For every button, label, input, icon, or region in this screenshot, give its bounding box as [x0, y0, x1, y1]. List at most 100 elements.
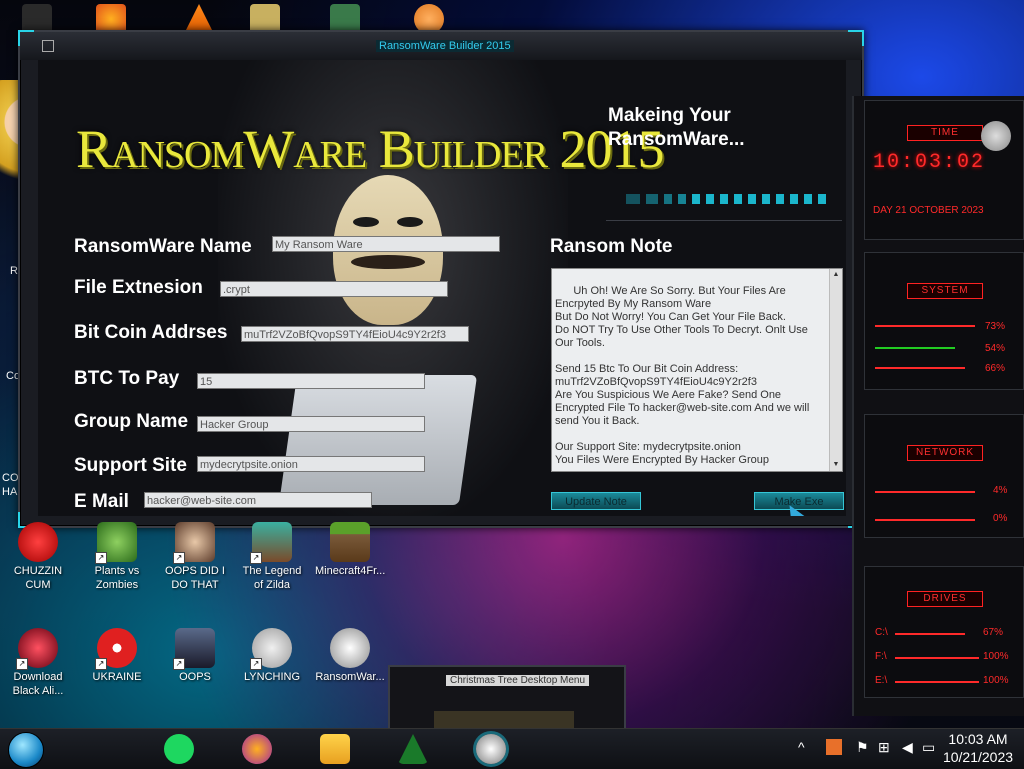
desktop-icon-minecraft[interactable]: Minecraft4Fr...: [315, 522, 385, 578]
system-gadget: SYSTEM 73% 54% 66%: [864, 252, 1024, 390]
email-input[interactable]: hacker@web-site.com: [144, 492, 372, 508]
bitcoin-address-input[interactable]: muTrf2VZoBfQvopS9TY4fEioU4c9Y2r2f3: [241, 326, 469, 342]
ransomware-name-label: RansomWare Name: [74, 236, 252, 257]
chuzzle-icon: [18, 522, 58, 562]
system-gadget-title: SYSTEM: [907, 283, 983, 299]
rope-icon: ↗: [250, 628, 292, 670]
cpu-bar: [875, 325, 975, 327]
ransom-note-textarea[interactable]: Uh Oh! We Are So Sorry. But Your Files A…: [551, 268, 843, 472]
scroll-down-arrow-icon[interactable]: ▼: [831, 460, 841, 470]
ransomware-name-input[interactable]: My Ransom Ware: [272, 236, 500, 252]
firefox-taskbar-icon[interactable]: [242, 734, 272, 764]
btc-to-pay-input[interactable]: 15: [197, 373, 425, 389]
taskbar-date: 10/21/2023: [942, 749, 1014, 765]
christmas-tree-taskbar-icon[interactable]: [398, 734, 428, 764]
status-line-2: RansomWare...: [608, 129, 745, 150]
app-banner-title: RansomWare Builder 2015: [76, 119, 665, 179]
window-client-area: RansomWare Builder 2015 Makeing Your Ran…: [38, 60, 846, 516]
bitcoin-address-label: Bit Coin Addrses: [74, 322, 228, 343]
volume-icon[interactable]: ◀: [902, 739, 913, 756]
desktop-icon-download-black-alien[interactable]: ↗ Download Black Ali...: [3, 628, 73, 698]
scroll-up-arrow-icon[interactable]: ▲: [831, 270, 841, 280]
laptop-image: [278, 375, 478, 505]
ransom-note-text: Uh Oh! We Are So Sorry. But Your Files A…: [555, 285, 810, 466]
drive-bar-1: [895, 633, 965, 635]
show-hidden-icons-chevron-icon[interactable]: ^: [798, 739, 805, 755]
desktop-icon-label: Minecraft4Fr...: [315, 565, 386, 577]
ransom-note-label: Ransom Note: [550, 236, 673, 257]
network-icon[interactable]: ⊞: [878, 739, 890, 756]
radiation-icon: ↗: [95, 628, 137, 670]
drives-gadget-title: DRIVES: [907, 591, 983, 607]
desktop-icon-label: OOPS: [179, 671, 211, 683]
desktop-icon-oops[interactable]: ↗ OOPS: [160, 628, 230, 684]
drive-value-2: 100%: [983, 651, 1009, 662]
taskbar-clock[interactable]: 10:03 AM 10/21/2023: [938, 730, 1018, 766]
zelda-sprite-icon: ↗: [250, 522, 292, 564]
desktop-partial-label-3: CO: [2, 472, 19, 484]
network-value-2: 0%: [993, 513, 1008, 524]
update-note-button[interactable]: Update Note: [551, 492, 641, 510]
flag-icon[interactable]: ⚑: [856, 739, 869, 756]
drive-name-1: C:\: [875, 627, 888, 638]
desktop-partial-label-4: HA: [2, 486, 18, 498]
spotify-icon[interactable]: [164, 734, 194, 764]
desktop-icon-ransomware[interactable]: RansomWar...: [315, 628, 385, 684]
support-site-input[interactable]: mydecrytpsite.onion: [197, 456, 425, 472]
window-menu-icon[interactable]: [42, 40, 54, 52]
plants-vs-zombies-icon: ↗: [95, 522, 137, 564]
keyboard-icon[interactable]: ▭: [922, 739, 935, 756]
taskbar: ^ ⚑ ⊞ ◀ ▭: [0, 728, 1024, 769]
drive-value-3: 100%: [983, 675, 1009, 686]
group-name-input[interactable]: Hacker Group: [197, 416, 425, 432]
skull-icon: [330, 628, 370, 668]
build-progress-bar: [606, 180, 842, 221]
btc-to-pay-label: BTC To Pay: [74, 368, 180, 389]
ransomware-taskbar-icon[interactable]: [476, 734, 506, 764]
file-explorer-icon[interactable]: [320, 734, 350, 764]
desktop-icon-label: UKRAINE: [92, 671, 142, 683]
drive-value-1: 67%: [983, 627, 1004, 638]
email-label: E Mail: [74, 491, 129, 512]
ram-bar: [875, 347, 955, 349]
system-value-2: 54%: [985, 343, 1006, 354]
window-title: RansomWare Builder 2015: [376, 40, 514, 52]
ransomware-builder-window: RansomWare Builder 2015 RansomWare Build…: [18, 30, 864, 528]
desktop-icon-label: CHUZZIN CUM: [13, 565, 63, 591]
christmas-window-title: Christmas Tree Desktop Menu: [446, 675, 590, 686]
taskbar-time: 10:03 AM: [948, 731, 1008, 747]
window-corner-decor: [18, 30, 34, 46]
portrait-icon: ↗: [173, 522, 215, 564]
desktop-icon-label: OOPS DID I DO THAT: [165, 565, 225, 591]
desktop-icon-legend-of-zilda[interactable]: ↗ The Legend of Zilda: [237, 522, 307, 592]
drive-name-3: E:\: [875, 675, 888, 686]
alien-logo-icon: [981, 121, 1011, 151]
start-button[interactable]: [8, 732, 44, 768]
system-value-1: 73%: [985, 321, 1006, 332]
desktop-icon-plants-vs-zombies[interactable]: ↗ Plants vs Zombies: [82, 522, 152, 592]
desktop-icon-oops-did-i-do-that[interactable]: ↗ OOPS DID I DO THAT: [160, 522, 230, 592]
gadget-clock: 10:03:02: [873, 151, 986, 174]
monitor-icon: ↗: [173, 628, 215, 670]
alien-skin-icon: ↗: [16, 628, 58, 670]
window-corner-decor: [848, 30, 864, 46]
desktop-icon-ukraine[interactable]: ↗ UKRAINE: [82, 628, 152, 684]
file-extension-input[interactable]: .crypt: [220, 281, 448, 297]
note-scrollbar[interactable]: ▲ ▼: [829, 269, 842, 471]
desktop-icon-chuzzin[interactable]: CHUZZIN CUM: [3, 522, 73, 592]
tray-app-icon[interactable]: [826, 739, 842, 755]
status-line-1: Makeing Your: [608, 105, 731, 126]
status-text: Makeing Your RansomWare...: [608, 104, 745, 152]
window-titlebar[interactable]: RansomWare Builder 2015: [20, 32, 862, 60]
support-site-label: Support Site: [74, 455, 187, 476]
desktop-icon-lynching[interactable]: ↗ LYNCHING: [237, 628, 307, 684]
network-gadget: NETWORK 4% 0%: [864, 414, 1024, 538]
desktop-icon-label: Download Black Ali...: [12, 671, 64, 697]
network-graph-2: [875, 519, 975, 521]
desktop-icon-label: LYNCHING: [243, 671, 301, 683]
network-gadget-title: NETWORK: [907, 445, 983, 461]
drives-gadget: DRIVES C:\ 67% F:\ 100% E:\ 100%: [864, 566, 1024, 698]
network-graph-1: [875, 491, 975, 493]
system-value-3: 66%: [985, 363, 1006, 374]
desktop-icon-label: Plants vs Zombies: [94, 565, 140, 591]
